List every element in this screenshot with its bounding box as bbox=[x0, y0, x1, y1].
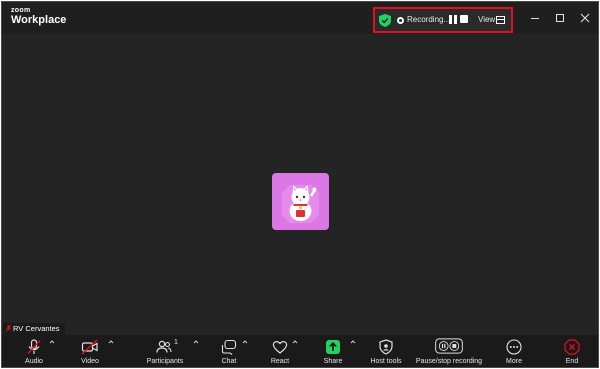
app-logo: zoom Workplace bbox=[11, 7, 66, 26]
video-label: Video bbox=[81, 358, 99, 365]
heart-icon bbox=[272, 341, 288, 354]
avatar bbox=[272, 173, 329, 230]
gallery-view-icon[interactable] bbox=[496, 16, 505, 24]
participant-name-tag: RV Cervantes bbox=[3, 323, 65, 335]
more-icon bbox=[506, 339, 522, 355]
mic-muted-icon bbox=[27, 339, 41, 355]
host-tools-button[interactable]: Host tools bbox=[364, 337, 408, 367]
brand-small: zoom bbox=[11, 7, 31, 14]
title-bar: zoom Workplace Recording... View bbox=[2, 2, 598, 34]
meeting-toolbar: Audio Video 1 Participants Chat React Sh… bbox=[2, 335, 598, 367]
video-button[interactable]: Video bbox=[72, 337, 108, 367]
participants-count: 1 bbox=[174, 339, 178, 346]
end-label: End bbox=[565, 358, 579, 365]
recording-status-bar: Recording... View bbox=[373, 7, 513, 33]
minimize-button[interactable] bbox=[528, 11, 542, 25]
close-button[interactable] bbox=[578, 11, 592, 25]
brand-big: Workplace bbox=[11, 14, 67, 26]
pause-stop-recording-button[interactable]: Pause/stop recording bbox=[411, 337, 487, 367]
close-icon bbox=[580, 13, 590, 23]
video-stage: RV Cervantes bbox=[2, 34, 598, 335]
chat-label: Chat bbox=[221, 358, 237, 365]
audio-label: Audio bbox=[25, 358, 43, 365]
react-options-caret[interactable] bbox=[292, 339, 298, 345]
video-options-caret[interactable] bbox=[108, 339, 114, 345]
participant-name: RV Cervantes bbox=[13, 324, 60, 333]
maximize-button[interactable] bbox=[553, 11, 567, 25]
react-button[interactable]: React bbox=[265, 337, 295, 367]
share-label: Share bbox=[323, 358, 343, 365]
chat-icon bbox=[221, 339, 237, 355]
end-icon bbox=[564, 339, 580, 355]
more-button[interactable]: More bbox=[499, 337, 529, 367]
stop-icon[interactable] bbox=[460, 15, 468, 23]
record-icon bbox=[397, 17, 404, 24]
view-button[interactable]: View bbox=[478, 15, 495, 24]
pause-stop-icon bbox=[435, 338, 463, 354]
pause-stop-label: Pause/stop recording bbox=[415, 358, 483, 365]
lucky-cat-image bbox=[282, 185, 319, 223]
participants-button[interactable]: 1 Participants bbox=[140, 337, 190, 367]
zoom-window: zoom Workplace Recording... View RV Cerv… bbox=[1, 1, 599, 368]
host-tools-label: Host tools bbox=[370, 358, 402, 365]
recording-status-text: Recording... bbox=[407, 15, 451, 24]
participants-label: Participants bbox=[146, 358, 184, 365]
audio-options-caret[interactable] bbox=[49, 339, 55, 345]
host-shield-icon bbox=[379, 339, 393, 355]
participants-icon bbox=[156, 340, 172, 353]
share-button[interactable]: Share bbox=[318, 337, 348, 367]
react-label: React bbox=[270, 358, 290, 365]
share-options-caret[interactable] bbox=[350, 339, 356, 345]
video-off-icon bbox=[81, 339, 98, 355]
end-button[interactable]: End bbox=[557, 337, 587, 367]
share-arrow-icon bbox=[326, 340, 340, 354]
mic-muted-icon bbox=[6, 325, 11, 332]
chat-button[interactable]: Chat bbox=[214, 337, 244, 367]
shield-icon[interactable] bbox=[379, 14, 391, 27]
pause-icon[interactable] bbox=[449, 15, 457, 24]
participants-options-caret[interactable] bbox=[193, 339, 199, 345]
audio-button[interactable]: Audio bbox=[16, 337, 52, 367]
chat-options-caret[interactable] bbox=[242, 339, 248, 345]
more-label: More bbox=[506, 358, 522, 365]
